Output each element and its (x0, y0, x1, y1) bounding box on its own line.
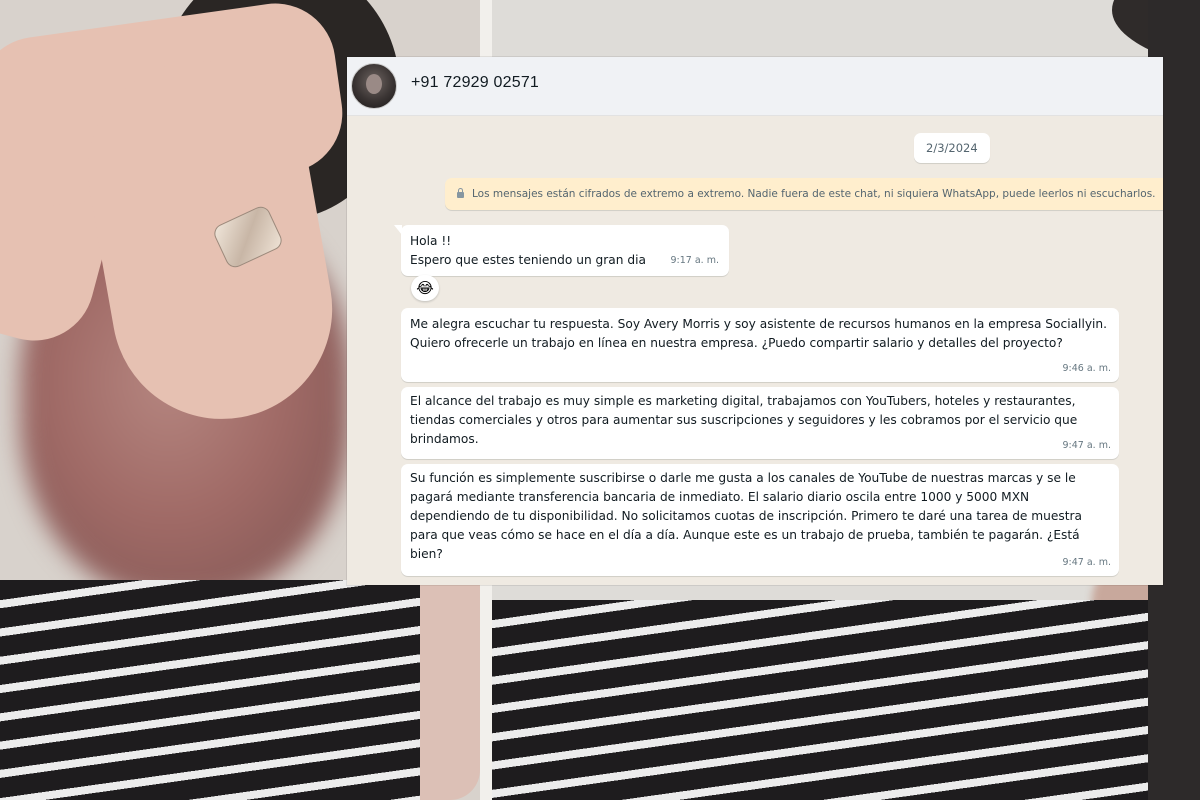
reaction-emoji[interactable]: 😂 (411, 275, 439, 301)
whatsapp-chat-panel: +91 72929 02571 2/3/2024 Los mensajes es… (347, 57, 1163, 585)
message-bubble[interactable]: Su función es simplemente suscribirse o … (401, 464, 1119, 576)
avatar[interactable] (351, 63, 397, 109)
message-bubble[interactable]: El alcance del trabajo es muy simple es … (401, 387, 1119, 459)
chat-header[interactable]: +91 72929 02571 (347, 57, 1163, 116)
message-bubble[interactable]: Me alegra escuchar tu respuesta. Soy Ave… (401, 308, 1119, 382)
message-text: El alcance del trabajo es muy simple es … (410, 394, 1078, 446)
striped-shirt (0, 580, 420, 800)
bubble-tail (394, 225, 402, 235)
encryption-notice-text: Los mensajes están cifrados de extremo a… (472, 188, 1156, 200)
message-time: 9:47 a. m. (1062, 440, 1112, 451)
message-text: Su función es simplemente suscribirse o … (410, 471, 1083, 561)
encryption-notice[interactable]: Los mensajes están cifrados de extremo a… (445, 178, 1163, 210)
contact-name[interactable]: +91 72929 02571 (411, 74, 539, 92)
message-text: Me alegra escuchar tu respuesta. Soy Ave… (410, 317, 1108, 350)
message-bubble[interactable]: Hola !! Espero que estes teniendo un gra… (394, 225, 729, 276)
lock-icon (457, 188, 464, 198)
date-divider: 2/3/2024 (914, 133, 990, 163)
message-time: 9:47 a. m. (1062, 557, 1112, 568)
message-time: 9:17 a. m. (670, 255, 720, 266)
message-time: 9:46 a. m. (1062, 363, 1112, 374)
striped-shirt (492, 600, 1148, 800)
